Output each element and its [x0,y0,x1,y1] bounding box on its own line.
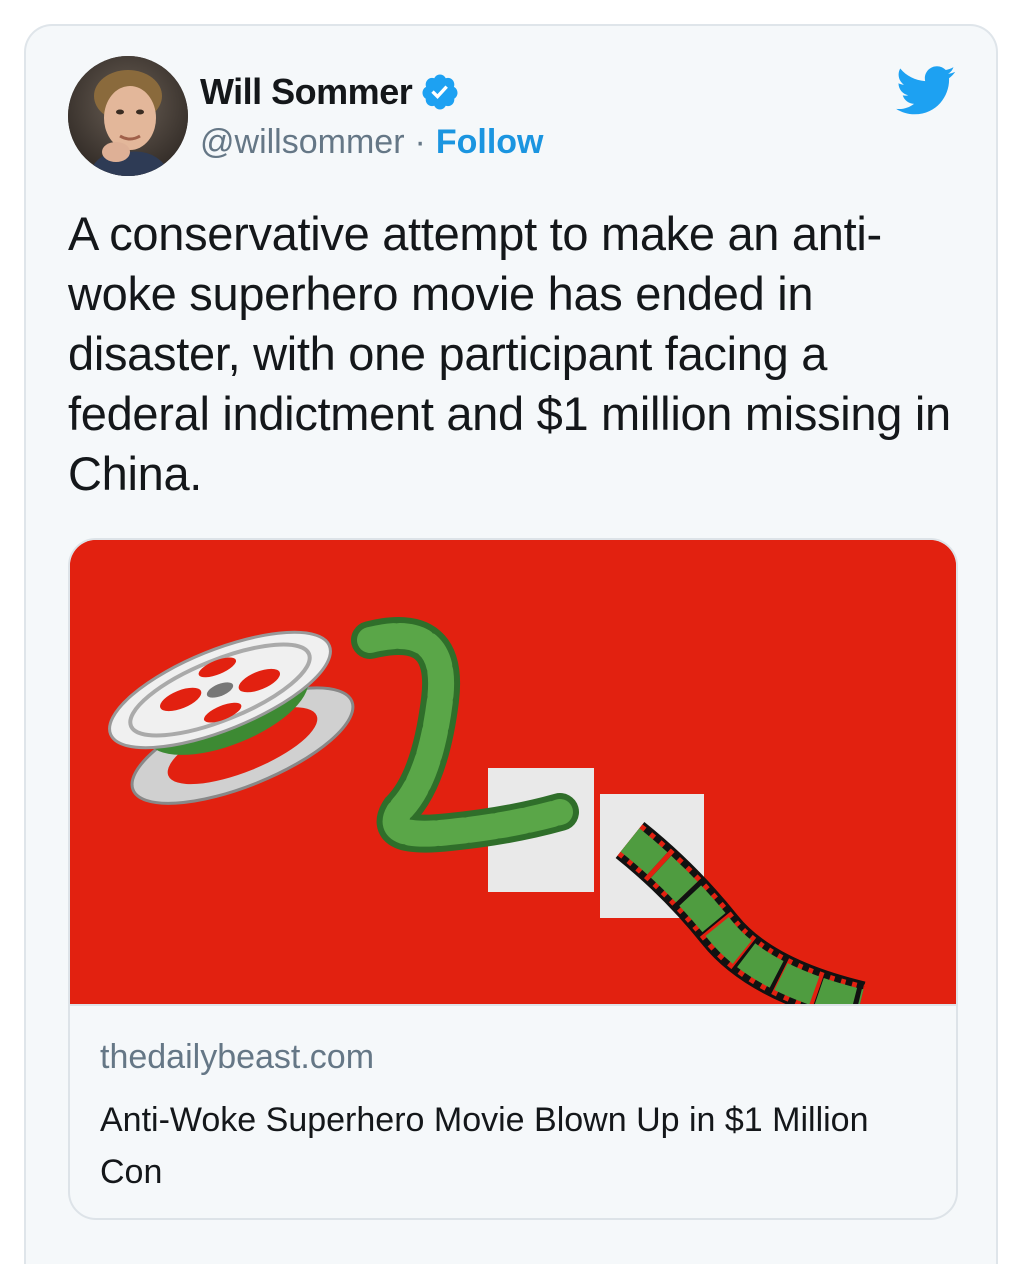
follow-button[interactable]: Follow [436,123,544,162]
author-name-row[interactable]: Will Sommer [200,70,460,114]
avatar[interactable] [68,56,188,176]
handle-row: @willsommer · Follow [200,120,544,164]
film-reel-illustration [70,540,956,1004]
author-handle[interactable]: @willsommer [200,123,405,162]
link-preview-image[interactable] [70,540,956,1004]
tweet-text: A conservative attempt to make an anti-w… [68,207,951,500]
link-preview-card[interactable]: thedailybeast.com Anti-Woke Superhero Mo… [68,538,958,1220]
avatar-image [68,56,188,176]
separator-dot: · [414,122,426,161]
link-domain: thedailybeast.com [100,1038,375,1076]
link-preview-meta[interactable]: thedailybeast.com Anti-Woke Superhero Mo… [70,1004,956,1218]
tweet-card[interactable]: Will Sommer @willsommer · Follow A conse… [24,24,998,1264]
twitter-bird-icon[interactable] [896,66,956,116]
author-name[interactable]: Will Sommer [200,71,413,113]
verified-badge-icon [420,72,460,112]
link-title[interactable]: Anti-Woke Superhero Movie Blown Up in $1… [100,1094,930,1198]
